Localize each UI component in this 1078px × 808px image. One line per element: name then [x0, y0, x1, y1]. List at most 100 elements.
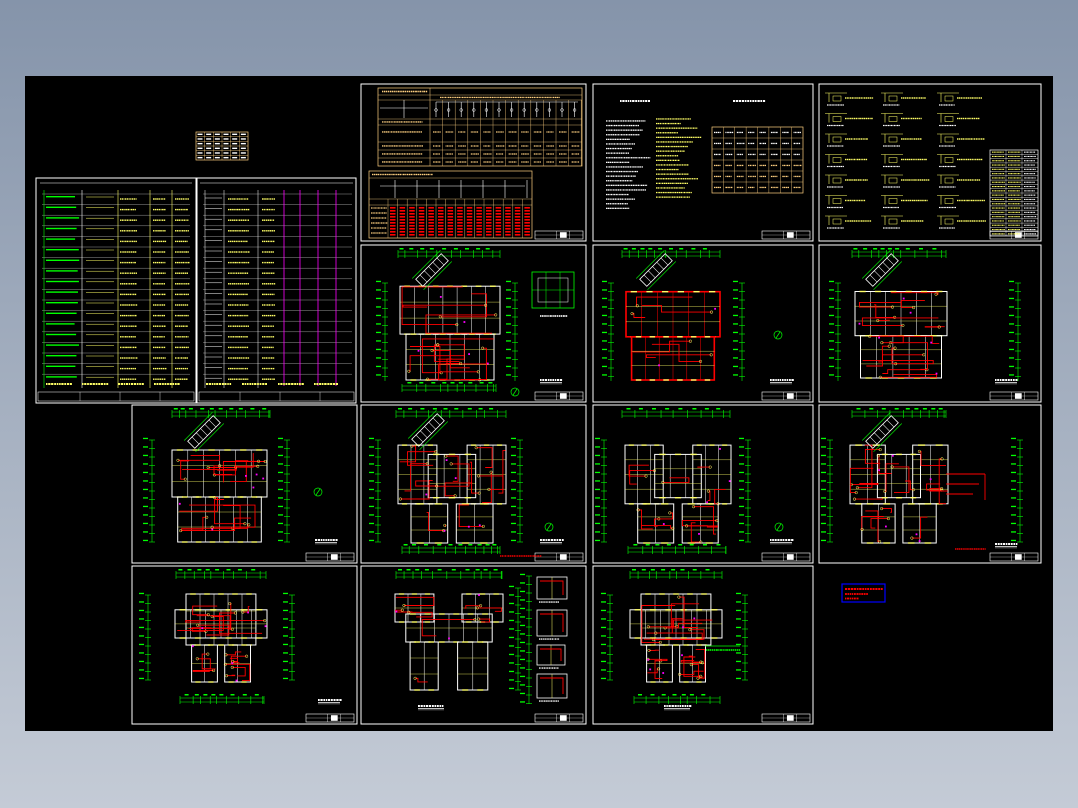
glyph-mark	[243, 198, 245, 200]
glyph-mark	[187, 230, 189, 232]
glyph-mark	[667, 159, 670, 161]
glyph-mark	[631, 120, 633, 122]
glyph-mark	[1031, 203, 1033, 205]
glyph-mark	[945, 186, 947, 188]
glyph-mark	[628, 161, 630, 163]
glyph-mark	[926, 179, 928, 181]
glyph-mark	[1019, 203, 1021, 205]
glyph-mark	[751, 186, 753, 189]
glyph-mark	[644, 189, 646, 191]
glyph-mark	[268, 261, 271, 264]
glyph-mark	[954, 206, 956, 209]
glyph-mark	[629, 157, 631, 159]
glyph-mark	[631, 184, 633, 186]
glyph-mark	[657, 182, 659, 184]
glyph-mark	[1027, 173, 1029, 175]
glyph-mark	[423, 173, 425, 176]
dimension-value-mark	[658, 248, 663, 250]
glyph-mark	[271, 314, 274, 317]
glyph-mark	[511, 131, 514, 133]
glyph-mark	[957, 138, 959, 140]
glyph-mark	[542, 379, 545, 381]
dimension-value-mark	[873, 248, 878, 250]
glyph-mark	[982, 138, 985, 140]
glyph-mark	[612, 170, 614, 173]
glyph-mark	[943, 186, 945, 188]
glyph-mark	[185, 346, 187, 349]
glyph-mark	[510, 153, 512, 155]
glyph-mark	[1010, 229, 1012, 231]
glyph-mark	[408, 161, 410, 163]
glyph-mark	[244, 357, 246, 359]
glyph-mark	[1000, 207, 1002, 209]
glyph-mark	[559, 131, 561, 133]
lettering-marks	[1024, 181, 1035, 183]
glyph-mark	[995, 216, 997, 218]
glyph-mark	[1018, 216, 1020, 218]
glyph-mark	[1017, 233, 1019, 235]
glyph-mark	[264, 198, 266, 200]
glyph-mark	[127, 378, 130, 380]
glyph-mark	[121, 283, 124, 285]
glyph-mark	[236, 304, 238, 306]
glyph-mark	[247, 378, 249, 380]
glyph-mark	[382, 153, 384, 155]
glyph-mark	[1008, 229, 1010, 231]
glyph-mark	[859, 117, 861, 120]
glyph-mark	[1028, 203, 1030, 205]
glyph-mark	[103, 383, 106, 385]
glyph-mark	[247, 304, 249, 306]
glyph-mark	[753, 142, 755, 145]
glyph-mark	[206, 383, 209, 385]
glyph-mark	[783, 164, 785, 167]
glyph-mark	[237, 283, 240, 285]
glyph-mark	[240, 138, 246, 140]
glyph-mark	[1012, 151, 1014, 153]
glyph-mark	[1024, 177, 1025, 179]
glyph-mark	[263, 251, 265, 253]
glyph-mark	[940, 227, 942, 229]
glyph-mark	[242, 208, 244, 211]
glyph-mark	[238, 304, 240, 306]
glyph-mark	[139, 383, 141, 385]
glyph-mark	[445, 145, 447, 147]
glyph-mark	[159, 198, 161, 200]
glyph-mark	[1011, 190, 1013, 192]
glyph-mark	[630, 124, 633, 127]
glyph-mark	[163, 304, 166, 306]
glyph-mark	[1034, 177, 1036, 179]
glyph-mark	[612, 129, 614, 131]
glyph-mark	[408, 153, 410, 155]
glyph-mark	[1025, 233, 1027, 235]
glyph-mark	[242, 357, 244, 359]
glyph-mark	[909, 117, 911, 120]
glyph-mark	[959, 220, 961, 222]
glyph-mark	[161, 219, 164, 221]
glyph-mark	[683, 141, 685, 143]
glyph-mark	[235, 357, 237, 359]
glyph-mark	[852, 138, 854, 140]
glyph-mark	[269, 314, 272, 317]
glyph-mark	[994, 207, 996, 209]
level-mark	[143, 539, 148, 542]
glyph-mark	[511, 153, 514, 155]
glyph-mark	[996, 198, 998, 200]
lettering-marks	[470, 145, 479, 147]
glyph-mark	[160, 272, 163, 274]
glyph-mark	[133, 230, 136, 232]
glyph-mark	[154, 219, 157, 221]
glyph-mark	[919, 138, 922, 140]
glyph-mark	[972, 138, 974, 140]
circuit-mark	[399, 207, 406, 209]
glyph-mark	[754, 175, 756, 178]
level-mark	[278, 522, 283, 525]
glyph-mark	[229, 304, 232, 306]
glyph-mark	[748, 186, 750, 189]
glyph-mark	[372, 222, 375, 224]
glyph-mark	[231, 325, 233, 327]
glyph-mark	[850, 117, 852, 120]
glyph-mark	[1034, 181, 1035, 183]
circuit-mark	[505, 213, 511, 215]
glyph-mark	[624, 207, 626, 209]
glyph-mark	[446, 153, 449, 155]
